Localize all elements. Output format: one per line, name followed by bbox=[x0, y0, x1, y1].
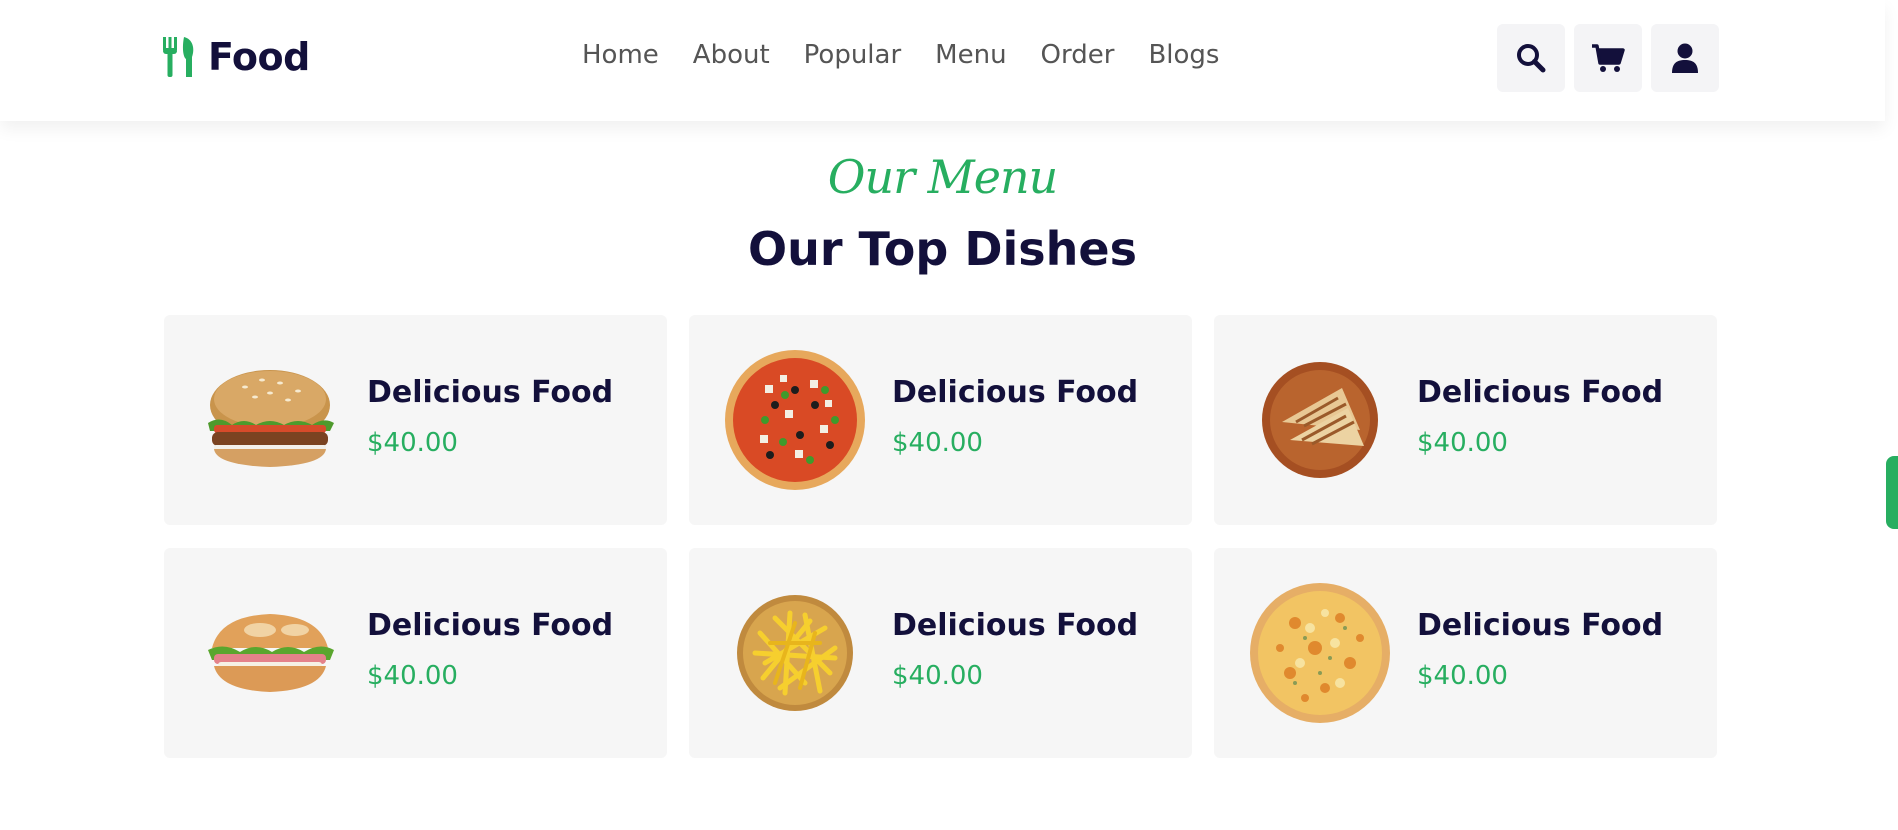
nav-home[interactable]: Home bbox=[582, 40, 659, 70]
main-nav: Home About Popular Menu Order Blogs bbox=[582, 40, 1219, 70]
nav-menu[interactable]: Menu bbox=[935, 40, 1006, 70]
utensils-icon bbox=[163, 37, 194, 77]
user-button[interactable] bbox=[1651, 24, 1719, 92]
dish-card[interactable]: Delicious Food $40.00 bbox=[689, 548, 1192, 758]
french-fries-image bbox=[725, 583, 865, 723]
dish-card[interactable]: Delicious Food $40.00 bbox=[1214, 315, 1717, 525]
brand-name: Food bbox=[208, 35, 310, 79]
section-subtitle: Our Menu bbox=[827, 150, 1059, 204]
dish-card[interactable]: Delicious Food $40.00 bbox=[164, 548, 667, 758]
nav-blogs[interactable]: Blogs bbox=[1148, 40, 1219, 70]
site-header: Food Home About Popular Menu Order Blogs bbox=[0, 0, 1885, 121]
brand-logo[interactable]: Food bbox=[162, 35, 310, 79]
cheese-pizza-image bbox=[1250, 583, 1390, 723]
scroll-indicator[interactable] bbox=[1886, 456, 1898, 529]
dish-price: $40.00 bbox=[367, 661, 458, 691]
sub-sandwich-image bbox=[200, 583, 340, 723]
header-actions bbox=[1497, 24, 1719, 92]
nav-about[interactable]: About bbox=[693, 40, 770, 70]
nav-popular[interactable]: Popular bbox=[804, 40, 902, 70]
dish-price: $40.00 bbox=[892, 428, 983, 458]
user-icon bbox=[1672, 43, 1698, 73]
dish-price: $40.00 bbox=[892, 661, 983, 691]
dish-card[interactable]: Delicious Food $40.00 bbox=[1214, 548, 1717, 758]
dish-price: $40.00 bbox=[1417, 661, 1508, 691]
cart-icon bbox=[1592, 44, 1625, 72]
cart-button[interactable] bbox=[1574, 24, 1642, 92]
dish-card[interactable]: Delicious Food $40.00 bbox=[689, 315, 1192, 525]
dish-name: Delicious Food bbox=[1417, 375, 1664, 410]
dishes-grid: Delicious Food $40.00 Delicious Food $40… bbox=[164, 315, 1717, 758]
dish-name: Delicious Food bbox=[367, 608, 614, 643]
section-title: Our Top Dishes bbox=[747, 222, 1138, 276]
search-button[interactable] bbox=[1497, 24, 1565, 92]
dish-price: $40.00 bbox=[1417, 428, 1508, 458]
dish-name: Delicious Food bbox=[892, 608, 1139, 643]
dish-price: $40.00 bbox=[367, 428, 458, 458]
dish-card[interactable]: Delicious Food $40.00 bbox=[164, 315, 667, 525]
nav-order[interactable]: Order bbox=[1041, 40, 1115, 70]
grilled-sandwich-image bbox=[1250, 350, 1390, 490]
dish-name: Delicious Food bbox=[892, 375, 1139, 410]
dish-name: Delicious Food bbox=[367, 375, 614, 410]
pizza-image bbox=[725, 350, 865, 490]
dish-name: Delicious Food bbox=[1417, 608, 1664, 643]
burger-image bbox=[200, 350, 340, 490]
search-icon bbox=[1517, 44, 1546, 73]
